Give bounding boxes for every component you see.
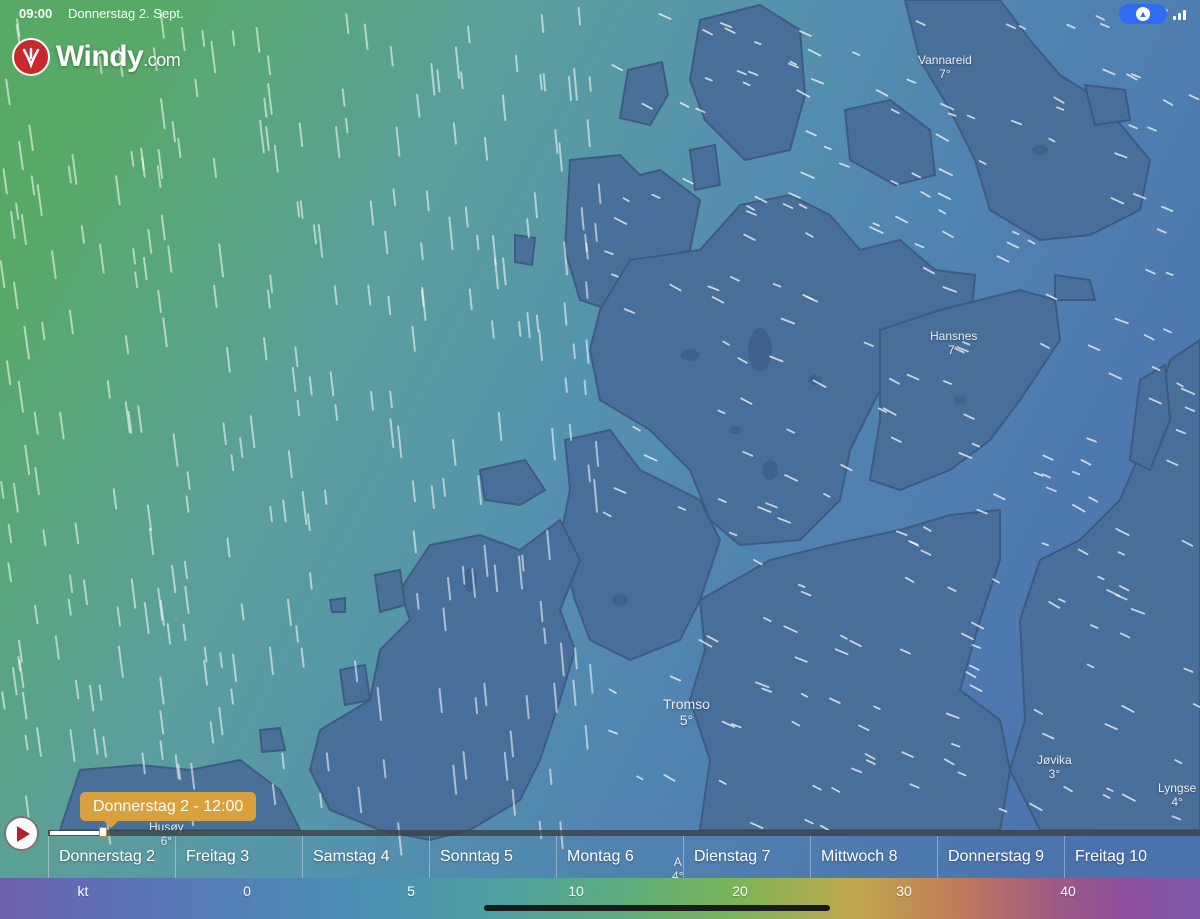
legend-value-20: 20 <box>732 883 748 899</box>
city-temp: 3° <box>1048 767 1061 781</box>
city-temp: 4° <box>1171 795 1183 809</box>
play-button[interactable] <box>4 816 39 851</box>
city-label-lyngse[interactable]: Lyngse 4° <box>1158 781 1196 809</box>
day-label: Samstag 4 <box>313 848 390 865</box>
city-name: Lyngse <box>1158 781 1197 795</box>
legend-value-5: 5 <box>407 883 415 899</box>
timeline-days: Donnerstag 2 Freitag 3 Samstag 4 Sonntag… <box>48 836 1200 878</box>
wind-particle <box>588 76 592 92</box>
legend-value-0: 0 <box>243 883 251 899</box>
timeline-day-1[interactable]: Donnerstag 2 <box>48 836 175 878</box>
city-temp: 7° <box>947 343 960 357</box>
day-label: Sonntag 5 <box>440 848 513 865</box>
legend-value-10: 10 <box>568 883 584 899</box>
timeline-day-5[interactable]: Montag 6 <box>556 836 683 878</box>
city-temp: 5° <box>679 712 694 728</box>
wind-particle <box>521 554 525 572</box>
wind-particle <box>539 73 543 91</box>
timeline-day-7[interactable]: Mittwoch 8 <box>810 836 937 878</box>
timeline-day-8[interactable]: Donnerstag 9 <box>937 836 1064 878</box>
city-label-jovika[interactable]: Jøvika 3° <box>1037 753 1072 781</box>
city-label-tromso[interactable]: Tromso 5° <box>663 696 710 728</box>
day-label: Mittwoch 8 <box>821 848 898 865</box>
timeline-day-3[interactable]: Samstag 4 <box>302 836 429 878</box>
wind-particle <box>564 377 568 393</box>
day-label: Montag 6 <box>567 848 634 865</box>
windy-wordmark: Windy.com <box>56 40 181 74</box>
city-temp: 7° <box>939 67 951 81</box>
timeline-day-6[interactable]: Dienstag 7 <box>683 836 810 878</box>
windy-logo[interactable]: Windy.com <box>12 38 181 76</box>
status-date: Donnerstag 2. Sept. <box>68 6 184 21</box>
timeline-day-9[interactable]: Freitag 10 <box>1064 836 1191 878</box>
home-indicator <box>484 905 830 911</box>
status-time: 09:00 <box>19 6 53 21</box>
city-name: Tromso <box>663 696 710 712</box>
timeline-time-tooltip: Donnerstag 2 - 12:00 <box>80 792 257 828</box>
city-label-hansnes[interactable]: Hansnes 7° <box>930 329 977 357</box>
windy-logo-icon <box>12 38 50 76</box>
legend-value-40: 40 <box>1060 883 1076 899</box>
wind-particle <box>543 627 547 645</box>
legend-unit: kt <box>77 883 89 899</box>
wind-particle <box>518 321 522 337</box>
timeline-day-4[interactable]: Sonntag 5 <box>429 836 556 878</box>
wind-particle <box>549 768 553 786</box>
wind-map[interactable] <box>0 0 1200 919</box>
wind-particle <box>587 464 591 483</box>
wind-particle <box>476 234 480 251</box>
logo-name: Windy <box>56 40 144 73</box>
wind-particle <box>535 314 540 332</box>
signal-strength-icon <box>1173 8 1186 20</box>
day-label: Dienstag 7 <box>694 848 771 865</box>
logo-suffix: .com <box>143 50 181 70</box>
wind-speed-legend[interactable]: kt 0 5 10 20 30 40 <box>0 878 1200 919</box>
navigation-indicator: ▲ <box>1119 4 1167 24</box>
city-name: Hansnes <box>930 329 978 343</box>
wind-particle <box>568 423 573 441</box>
wind-particle <box>583 379 587 396</box>
wind-particle <box>585 281 589 299</box>
wind-particle <box>572 343 576 359</box>
day-label: Freitag 3 <box>186 848 250 865</box>
timeline-progress <box>50 831 103 835</box>
play-icon <box>17 825 30 842</box>
legend-value-30: 30 <box>896 883 912 899</box>
city-name: Jøvika <box>1037 753 1072 767</box>
day-label: Freitag 10 <box>1075 848 1148 865</box>
timeline-day-2[interactable]: Freitag 3 <box>175 836 302 878</box>
status-indicators: ▲ <box>1119 4 1186 24</box>
status-bar: 09:00 Donnerstag 2. Sept. ▲ <box>0 0 1200 28</box>
city-name: Vannareid <box>918 53 972 67</box>
day-label: Donnerstag 9 <box>948 848 1045 865</box>
city-label-vannareid[interactable]: Vannareid 7° <box>918 53 972 81</box>
location-arrow-icon: ▲ <box>1136 7 1150 21</box>
day-label: Donnerstag 2 <box>59 848 156 865</box>
